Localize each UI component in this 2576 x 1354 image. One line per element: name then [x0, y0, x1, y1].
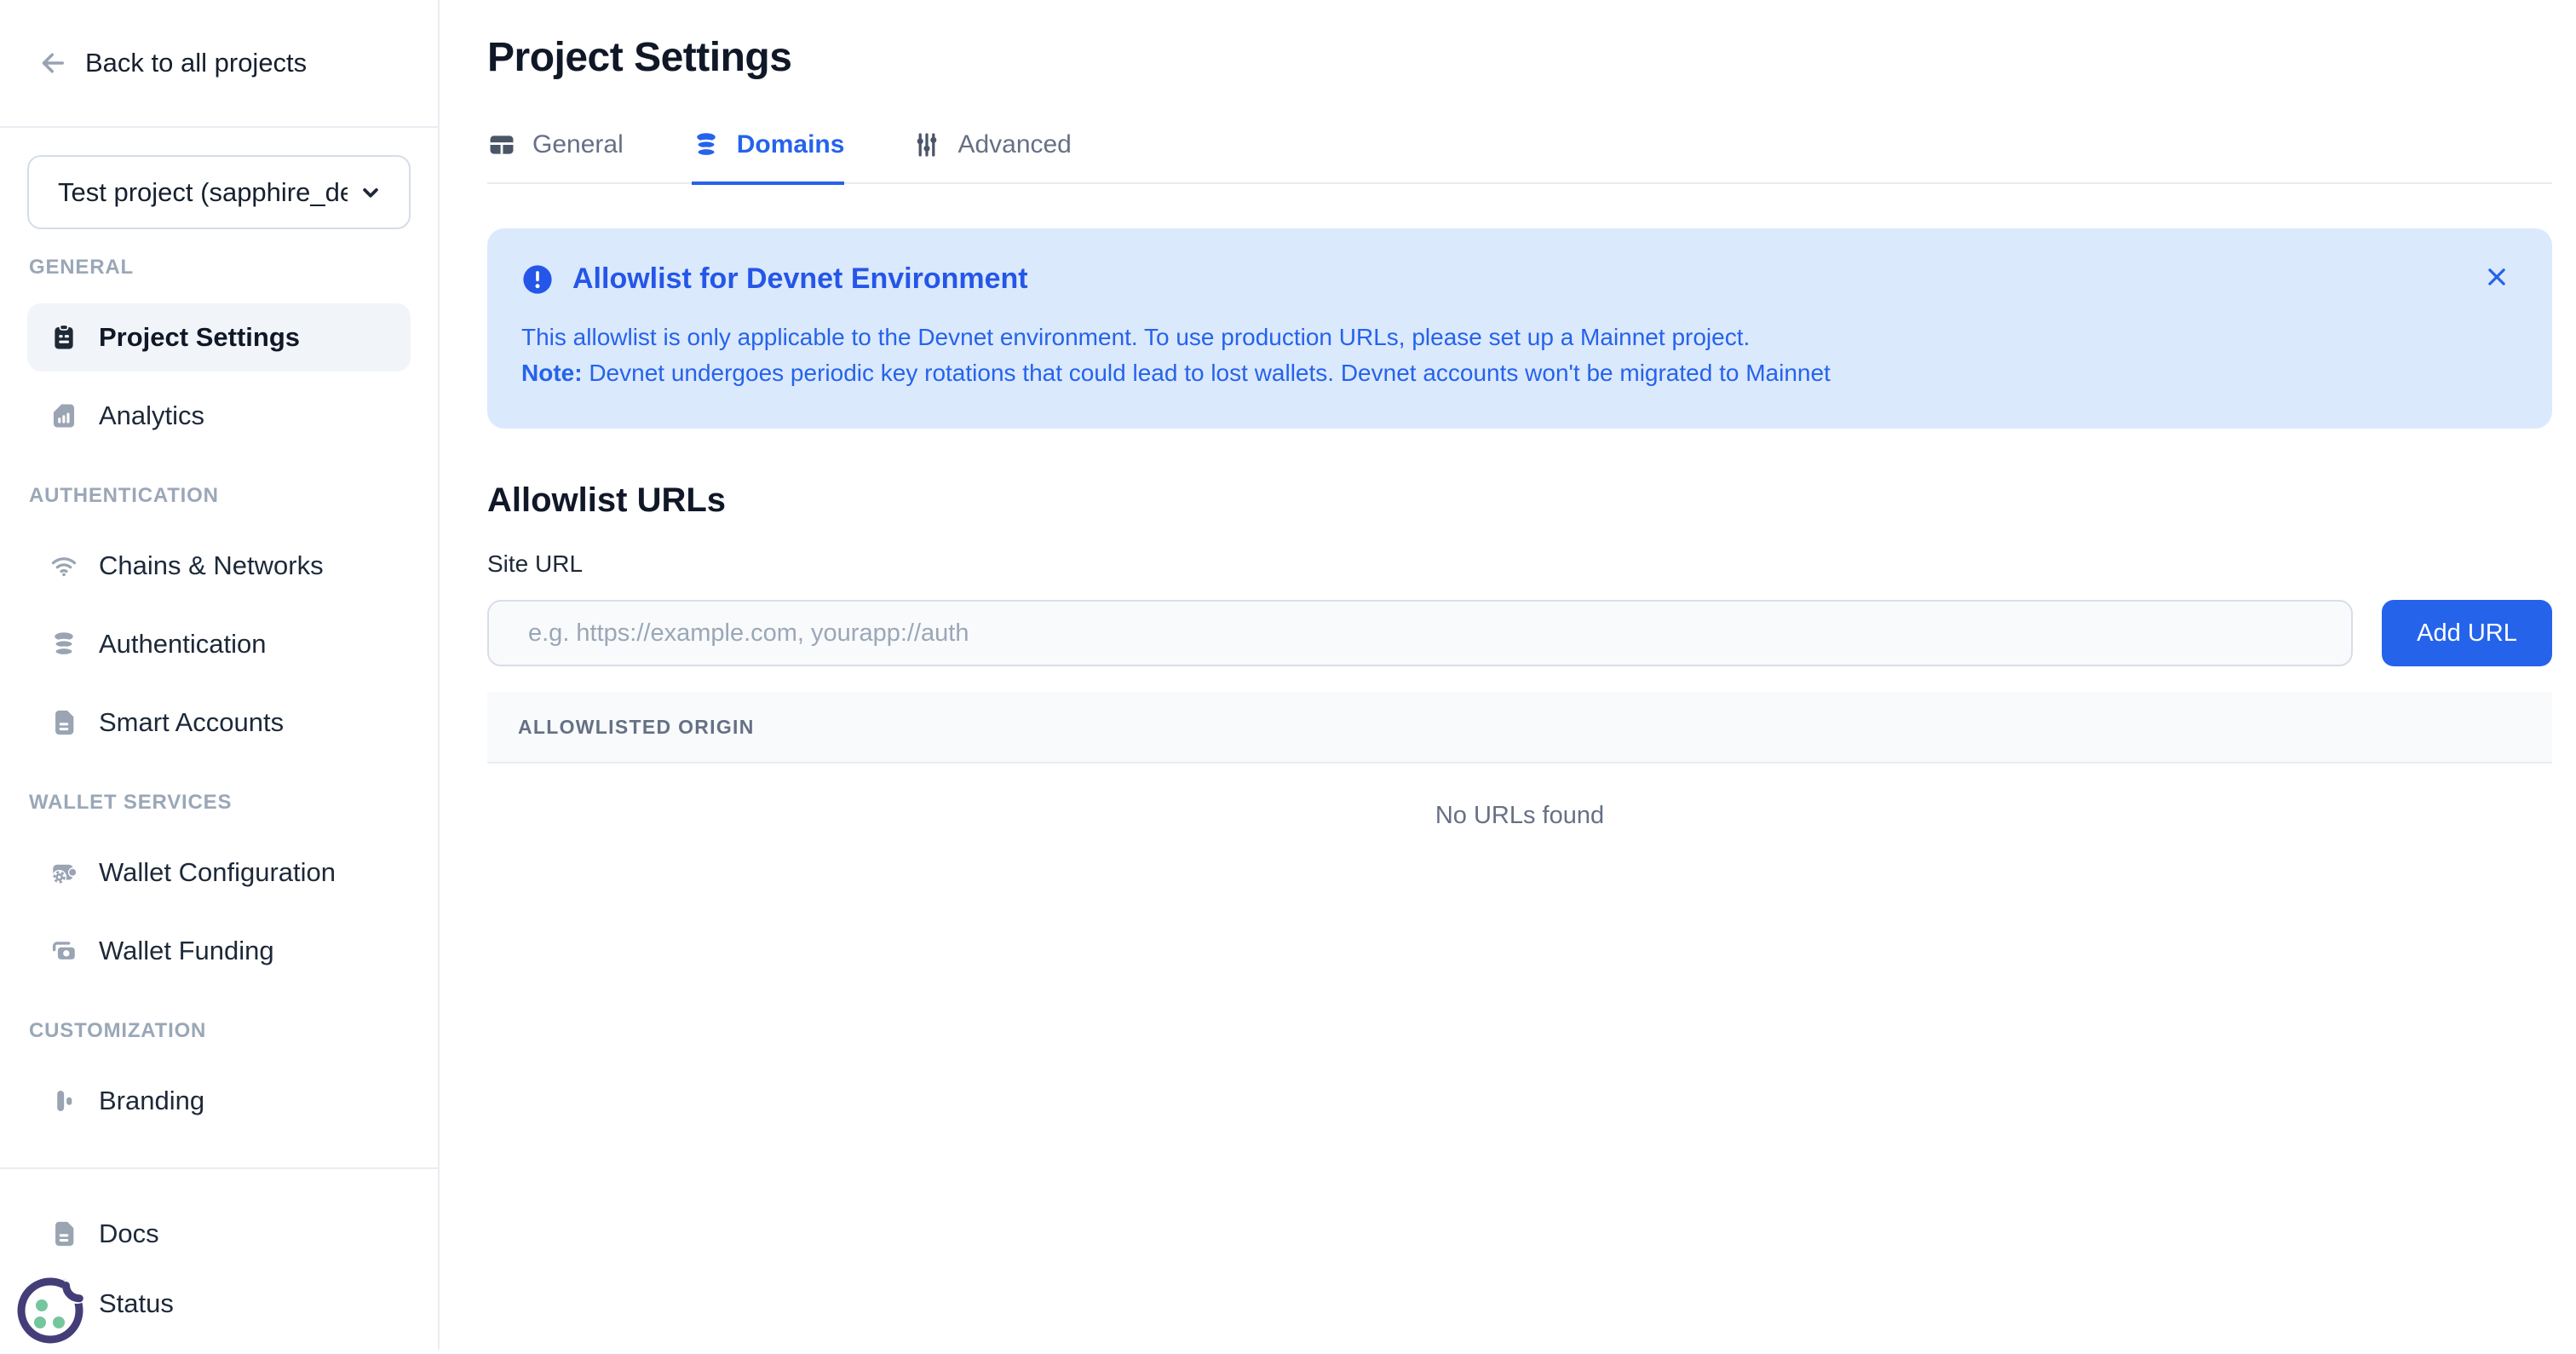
sidebar-item-label: Docs: [99, 1219, 159, 1249]
sidebar-item-analytics[interactable]: Analytics: [27, 382, 411, 450]
sidebar: Back to all projects Test project (sapph…: [0, 0, 440, 1350]
banner-note-label: Note:: [521, 360, 583, 386]
tab-label: Domains: [737, 130, 845, 159]
cookie-consent-icon[interactable]: [12, 1268, 97, 1350]
allowlisted-origin-header-label: ALLOWLISTED ORIGIN: [518, 716, 755, 739]
table-icon: [487, 130, 516, 159]
sliders-icon: [912, 130, 941, 159]
sidebar-item-label: Project Settings: [99, 322, 300, 353]
sidebar-item-chains-networks[interactable]: Chains & Networks: [27, 532, 411, 600]
allowlist-urls-heading: Allowlist URLs: [487, 481, 2552, 520]
sidebar-item-docs[interactable]: Docs: [27, 1200, 411, 1268]
empty-state: No URLs found: [487, 763, 2552, 867]
add-url-button[interactable]: Add URL: [2382, 600, 2552, 666]
section-label-authentication: AUTHENTICATION: [29, 484, 409, 508]
project-selector-dropdown[interactable]: Test project (sapphire_de: [27, 155, 411, 229]
sidebar-item-label: Wallet Configuration: [99, 857, 336, 888]
section-label-general: GENERAL: [29, 256, 409, 279]
site-url-input[interactable]: [487, 600, 2353, 666]
branding-icon: [49, 1086, 78, 1115]
sidebar-item-label: Chains & Networks: [99, 550, 324, 581]
sidebar-item-project-settings[interactable]: Project Settings: [27, 303, 411, 372]
sidebar-item-label: Status: [99, 1288, 174, 1319]
main-content: Project Settings General Domains Advance…: [440, 0, 2576, 1350]
sidebar-item-authentication[interactable]: Authentication: [27, 610, 411, 678]
banner-note-text: Devnet undergoes periodic key rotations …: [583, 360, 1831, 386]
arrow-left-icon: [37, 48, 68, 78]
alert-circle-icon: [521, 263, 554, 296]
sidebar-item-label: Analytics: [99, 400, 204, 431]
allowlisted-origin-header: ALLOWLISTED ORIGIN: [487, 692, 2552, 763]
tab-advanced[interactable]: Advanced: [912, 130, 1071, 185]
settings-tabs: General Domains Advanced: [487, 130, 2552, 184]
banner-title: Allowlist for Devnet Environment: [572, 262, 1028, 296]
tab-label: Advanced: [957, 130, 1071, 159]
sidebar-item-label: Wallet Funding: [99, 936, 274, 966]
sidebar-item-wallet-configuration[interactable]: Wallet Configuration: [27, 838, 411, 907]
site-url-label: Site URL: [487, 550, 2552, 578]
wifi-icon: [49, 551, 78, 580]
close-icon[interactable]: [2484, 264, 2510, 290]
back-to-projects-link[interactable]: Back to all projects: [0, 0, 438, 128]
tab-label: General: [532, 130, 624, 159]
sidebar-item-wallet-funding[interactable]: Wallet Funding: [27, 917, 411, 985]
empty-state-text: No URLs found: [1435, 802, 1604, 830]
project-selector-value: Test project (sapphire_de: [58, 177, 348, 208]
analytics-chart-icon: [49, 401, 78, 430]
database-icon: [692, 130, 721, 159]
sidebar-item-label: Smart Accounts: [99, 707, 284, 738]
sidebar-item-branding[interactable]: Branding: [27, 1067, 411, 1119]
wallet-gear-icon: [49, 858, 78, 887]
tab-domains[interactable]: Domains: [692, 130, 845, 185]
chevron-down-icon: [358, 180, 383, 205]
file-icon: [49, 708, 78, 737]
url-input-row: Add URL: [487, 600, 2552, 666]
database-icon: [49, 630, 78, 659]
sidebar-item-smart-accounts[interactable]: Smart Accounts: [27, 689, 411, 757]
tab-general[interactable]: General: [487, 130, 624, 185]
clipboard-icon: [49, 323, 78, 352]
banknotes-icon: [49, 936, 78, 965]
back-label: Back to all projects: [85, 48, 307, 78]
section-label-wallet-services: WALLET SERVICES: [29, 791, 409, 815]
banner-body: This allowlist is only applicable to the…: [521, 320, 2450, 391]
sidebar-nav: GENERAL Project Settings Analytics AUTHE…: [0, 240, 438, 1119]
sidebar-item-label: Branding: [99, 1086, 204, 1116]
devnet-allowlist-banner: Allowlist for Devnet Environment This al…: [487, 228, 2552, 429]
file-icon: [49, 1219, 78, 1248]
sidebar-item-label: Authentication: [99, 629, 266, 660]
banner-note-line: Note: Devnet undergoes periodic key rota…: [521, 355, 2450, 391]
section-label-customization: CUSTOMIZATION: [29, 1019, 409, 1043]
banner-line1: This allowlist is only applicable to the…: [521, 320, 2450, 355]
page-title: Project Settings: [487, 34, 2552, 81]
